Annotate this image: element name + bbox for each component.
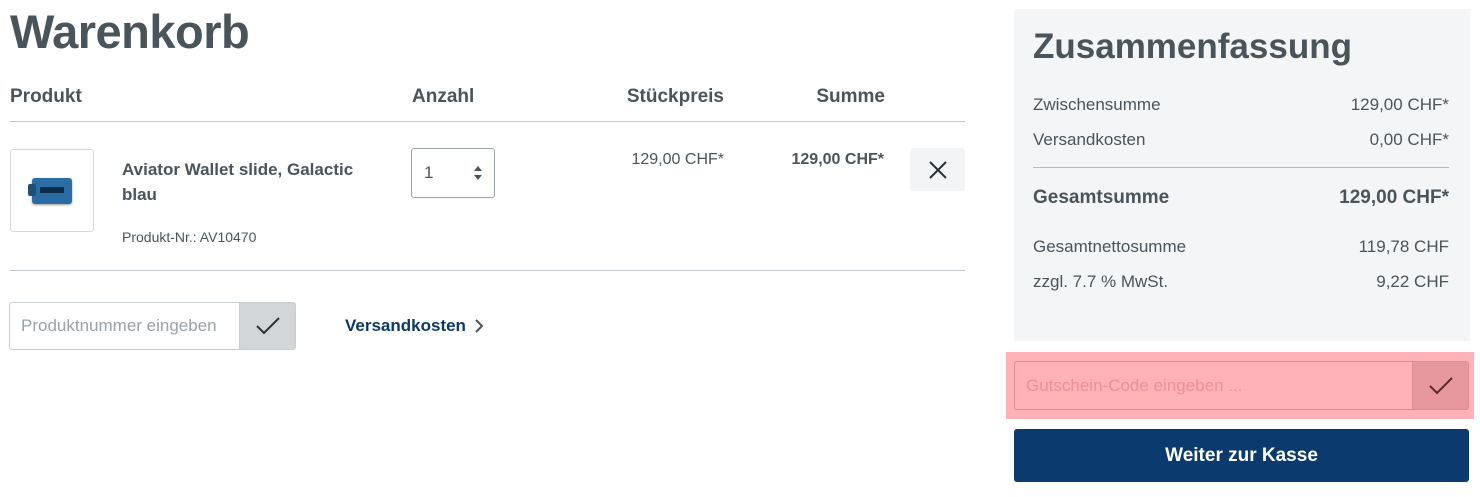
tax-label: zzgl. 7.7 % MwSt. (1033, 272, 1169, 291)
net-total-label: Gesamtnettosumme (1033, 237, 1187, 256)
select-arrows-icon (474, 166, 482, 180)
net-total-value: 119,78 CHF (1358, 237, 1449, 256)
checkmark-icon (1428, 376, 1453, 394)
checkmark-icon (255, 317, 280, 335)
product-name-link[interactable]: Aviator Wallet slide, Galactic blau (122, 157, 382, 207)
add-product-button[interactable] (239, 302, 296, 350)
grand-total-value: 129,00 CHF* (1339, 187, 1449, 208)
shipping-label: Versandkosten (1033, 130, 1146, 149)
summary-divider (1033, 167, 1449, 168)
subtotal-row: Zwischensumme 129,00 CHF* (1033, 95, 1449, 115)
column-header-product: Produkt (10, 86, 82, 107)
product-image-link[interactable] (10, 149, 94, 232)
product-number-input[interactable]: Produktnummer eingeben (9, 302, 240, 350)
header-divider (10, 121, 965, 122)
unit-price: 129,00 CHF* (631, 151, 725, 168)
checkout-button[interactable]: Weiter zur Kasse (1014, 429, 1469, 482)
quantity-select[interactable]: 1 (411, 148, 495, 198)
wallet-image (28, 177, 72, 204)
column-header-unit-price: Stückpreis (626, 86, 724, 107)
summary-title: Zusammenfassung (1033, 27, 1352, 66)
voucher-code-input[interactable]: Gutschein-Code eingeben ... (1014, 361, 1413, 410)
shipping-costs-link[interactable]: Versandkosten (345, 316, 484, 336)
subtotal-value: 129,00 CHF* (1350, 95, 1449, 114)
grand-total-row: Gesamtsumme 129,00 CHF* (1033, 187, 1449, 209)
line-total: 129,00 CHF* (791, 151, 885, 168)
quantity-value: 1 (424, 163, 434, 182)
grand-total-label: Gesamtsumme (1033, 187, 1170, 208)
tax-row: zzgl. 7.7 % MwSt. 9,22 CHF (1033, 272, 1449, 292)
chevron-right-icon (475, 319, 484, 333)
tax-value: 9,22 CHF (1376, 272, 1449, 291)
remove-item-button[interactable] (910, 148, 965, 191)
apply-voucher-button[interactable] (1412, 361, 1469, 410)
subtotal-label: Zwischensumme (1033, 95, 1161, 114)
shipping-link-label: Versandkosten (345, 316, 466, 335)
column-header-total: Summe (816, 86, 885, 107)
shipping-value: 0,00 CHF* (1369, 130, 1449, 149)
shipping-row: Versandkosten 0,00 CHF* (1033, 130, 1449, 150)
page-title: Warenkorb (10, 5, 250, 58)
column-header-quantity: Anzahl (412, 86, 475, 107)
voucher-placeholder: Gutschein-Code eingeben ... (1026, 375, 1243, 395)
product-number: Produkt-Nr.: AV10470 (122, 229, 257, 245)
net-total-row: Gesamtnettosumme 119,78 CHF (1033, 237, 1449, 257)
close-icon (928, 160, 947, 179)
item-divider (10, 270, 965, 271)
product-number-placeholder: Produktnummer eingeben (21, 316, 217, 335)
